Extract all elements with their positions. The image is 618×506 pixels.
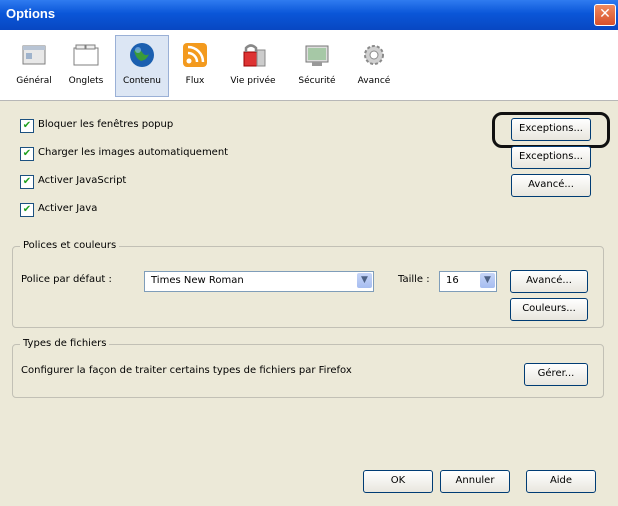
option-label: Charger les images automatiquement <box>38 147 229 158</box>
chevron-down-icon[interactable]: ▼ <box>357 273 372 288</box>
window-title: Options <box>6 6 56 21</box>
select-value: 16 <box>446 275 459 286</box>
privacy-icon <box>243 44 266 67</box>
option-label: Activer JavaScript <box>38 175 127 186</box>
size-label: Taille : <box>398 274 430 285</box>
images-exceptions-button[interactable]: Exceptions... <box>511 146 591 169</box>
checkbox-icon[interactable]: ✔ <box>20 175 34 189</box>
tab-label: Sécurité <box>298 76 336 86</box>
tab-label: Contenu <box>123 76 161 86</box>
tab-label: Vie privée <box>230 76 276 86</box>
tab-label: Général <box>16 76 52 86</box>
fonts-colors-group: Polices et couleurs Police par défaut : … <box>12 240 604 328</box>
title-bar[interactable]: Options ✕ <box>0 0 618 30</box>
tab-security[interactable]: Sécurité <box>290 36 344 96</box>
group-title: Types de fichiers <box>20 338 110 349</box>
checkbox-icon[interactable]: ✔ <box>20 203 34 217</box>
chevron-down-icon[interactable]: ▼ <box>480 273 495 288</box>
option-label: Bloquer les fenêtres popup <box>38 119 174 130</box>
tab-tabs[interactable]: Onglets <box>60 36 112 96</box>
file-types-group: Types de fichiers Configurer la façon de… <box>12 338 604 398</box>
general-icon <box>22 45 46 65</box>
popup-exceptions-button[interactable]: Exceptions... <box>511 118 591 141</box>
option-enable-javascript[interactable]: ✔ Activer JavaScript <box>20 174 320 192</box>
option-load-images[interactable]: ✔ Charger les images automatiquement <box>20 146 320 164</box>
fonts-advanced-button[interactable]: Avancé... <box>510 270 588 293</box>
help-button[interactable]: Aide <box>526 470 596 493</box>
feeds-icon <box>183 43 207 67</box>
cancel-button[interactable]: Annuler <box>440 470 510 493</box>
tab-label: Avancé <box>357 76 391 86</box>
tab-privacy[interactable]: Vie privée <box>222 36 284 96</box>
group-title: Polices et couleurs <box>20 240 120 251</box>
content-panel: ✔ Bloquer les fenêtres popup ✔ Charger l… <box>12 104 612 504</box>
options-toolbar: Général Onglets Contenu Flux Vie privée … <box>0 30 618 101</box>
tab-label: Flux <box>185 76 205 86</box>
option-label: Activer Java <box>38 203 98 214</box>
manage-button[interactable]: Gérer... <box>524 363 588 386</box>
select-value: Times New Roman <box>151 275 244 286</box>
tab-content[interactable]: Contenu <box>115 35 169 97</box>
colors-button[interactable]: Couleurs... <box>510 298 588 321</box>
content-globe-icon <box>130 43 154 67</box>
tab-general[interactable]: Général <box>10 36 58 96</box>
options-window: Options ✕ Général Onglets Contenu Flux V… <box>0 0 618 506</box>
tab-advanced[interactable]: Avancé <box>348 36 400 96</box>
tab-label: Onglets <box>68 76 104 86</box>
ok-button[interactable]: OK <box>363 470 433 493</box>
javascript-advanced-button[interactable]: Avancé... <box>511 174 591 197</box>
default-font-select[interactable]: Times New Roman ▼ <box>144 271 374 292</box>
checkbox-icon[interactable]: ✔ <box>20 147 34 161</box>
default-font-label: Police par défaut : <box>21 274 112 285</box>
tabs-icon <box>73 44 99 66</box>
security-icon <box>305 45 329 66</box>
font-size-select[interactable]: 16 ▼ <box>439 271 497 292</box>
checkbox-icon[interactable]: ✔ <box>20 119 34 133</box>
tab-feeds[interactable]: Flux <box>172 36 218 96</box>
file-types-description: Configurer la façon de traiter certains … <box>21 365 352 376</box>
option-enable-java[interactable]: ✔ Activer Java <box>20 202 320 220</box>
close-button[interactable]: ✕ <box>594 4 616 26</box>
advanced-gear-icon <box>364 45 384 65</box>
option-block-popups[interactable]: ✔ Bloquer les fenêtres popup <box>20 118 320 136</box>
